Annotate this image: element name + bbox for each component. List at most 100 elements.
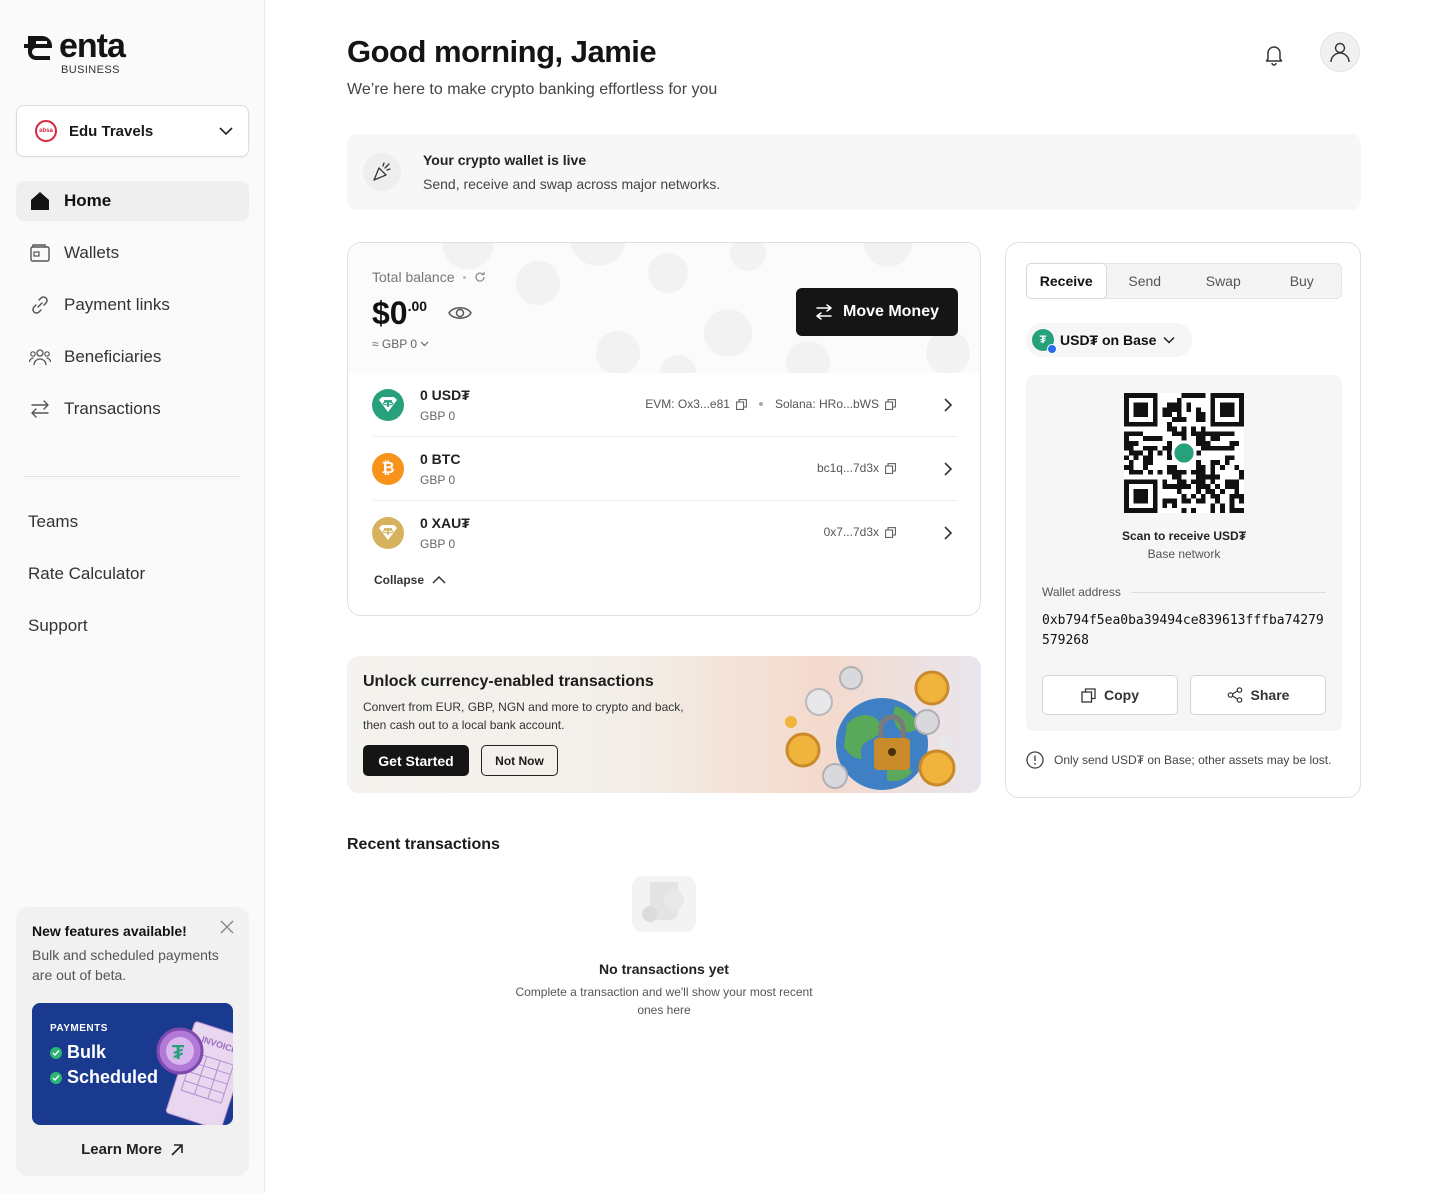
balance-card: Total balance $0.00 ≈ GBP 0 Move Money 0… (347, 242, 981, 616)
qr-section: Scan to receive USD₮ Base network Wallet… (1026, 375, 1342, 731)
copy-icon[interactable] (885, 398, 896, 410)
balance-converted[interactable]: ≈ GBP 0 (372, 337, 429, 351)
asset-name: 0 XAU₮ (420, 515, 470, 531)
recent-transactions-title: Recent transactions (347, 836, 500, 853)
banner-item-label: Scheduled (67, 1067, 159, 1087)
chevron-right-icon (944, 398, 953, 412)
learn-more-link[interactable]: Learn More (16, 1141, 249, 1158)
asset-name: 0 USD₮ (420, 387, 470, 403)
svg-text:₮: ₮ (172, 1042, 184, 1064)
tab-send[interactable]: Send (1106, 264, 1185, 298)
copy-button[interactable]: Copy (1042, 675, 1178, 715)
tab-buy[interactable]: Buy (1263, 264, 1342, 298)
tab-receive[interactable]: Receive (1026, 263, 1107, 299)
move-money-label: Move Money (842, 303, 939, 320)
move-money-button[interactable]: Move Money (796, 288, 958, 336)
qr-code[interactable] (1124, 393, 1244, 513)
avatar[interactable] (1320, 32, 1360, 72)
base-badge-icon (1047, 344, 1057, 354)
tether-icon: ₮ (1032, 329, 1057, 354)
receive-panel: Receive Send Swap Buy ₮ USD₮ on Base Sca… (1005, 242, 1361, 798)
promo-title: New features available! (32, 923, 187, 939)
eye-icon[interactable] (448, 303, 472, 323)
org-logo: absa (35, 120, 57, 142)
link-icon (28, 293, 52, 317)
chevron-down-icon (1163, 336, 1175, 344)
chevron-right-icon (944, 526, 953, 540)
chevron-down-icon (420, 341, 429, 347)
refresh-icon[interactable] (474, 271, 486, 283)
transfer-icon (28, 397, 52, 421)
arrow-up-right-icon (171, 1143, 183, 1156)
network-warning: Only send USD₮ on Base; other assets may… (1026, 751, 1331, 769)
wallet-address[interactable]: 0xb794f5ea0ba39494ce839613fffba742795792… (1042, 611, 1326, 651)
copy-icon[interactable] (885, 462, 896, 474)
nav-item-home[interactable]: Home (16, 181, 249, 221)
solana-address: Solana: HRo...bWS (774, 397, 879, 411)
share-button[interactable]: Share (1190, 675, 1326, 715)
nav-item-transactions[interactable]: Transactions (16, 389, 249, 429)
invoice-illustration: INVOICE ₮ (156, 1021, 233, 1125)
tab-swap[interactable]: Swap (1184, 264, 1263, 298)
asset-row-btc[interactable]: ₿ 0 BTC GBP 0 bc1q...7d3x (372, 437, 958, 501)
balance-label-text: Total balance (372, 269, 455, 285)
asset-row-usdt[interactable]: 0 USD₮ GBP 0 EVM: Ox3...e81 Solana: HRo.… (372, 373, 958, 437)
nav-item-payment-links[interactable]: Payment links (16, 285, 249, 325)
bell-icon[interactable] (1262, 42, 1286, 66)
org-selector[interactable]: absa Edu Travels (16, 105, 249, 157)
nav-item-beneficiaries[interactable]: Beneficiaries (16, 337, 249, 377)
copy-icon[interactable] (885, 526, 896, 538)
close-icon[interactable] (219, 919, 235, 935)
copy-label: Copy (1104, 687, 1139, 703)
org-name: Edu Travels (69, 122, 154, 140)
nav-item-teams[interactable]: Teams (28, 502, 145, 542)
notice-title: Your crypto wallet is live (423, 152, 587, 168)
share-label: Share (1250, 687, 1290, 703)
party-popper-icon (363, 153, 401, 191)
collapse-label: Collapse (374, 573, 425, 587)
home-icon (28, 189, 52, 213)
empty-receipt-icon (632, 876, 696, 932)
nav-item-support[interactable]: Support (28, 606, 145, 646)
page-title: Good morning, Jamie (347, 34, 657, 69)
nav-label-payment-links: Payment links (64, 295, 170, 314)
balance-header: Total balance $0.00 ≈ GBP 0 Move Money (348, 243, 980, 373)
balance-label: Total balance (372, 269, 486, 285)
asset-addresses: EVM: Ox3...e81 Solana: HRo...bWS (645, 397, 896, 411)
network-selector[interactable]: ₮ USD₮ on Base (1026, 323, 1193, 357)
asset-row-xaut[interactable]: 0 XAU₮ GBP 0 0x7...7d3x (372, 501, 958, 565)
check-icon (50, 1071, 62, 1084)
not-now-button[interactable]: Not Now (481, 745, 558, 776)
payments-banner[interactable]: PAYMENTS Bulk Scheduled INVOICE ₮ (32, 1003, 233, 1125)
network-label: USD₮ on Base (1060, 332, 1157, 348)
empty-state: No transactions yet Complete a transacti… (514, 870, 814, 1019)
wallet-icon (28, 241, 52, 265)
sidebar-divider (24, 476, 241, 477)
balance-amount: $0.00 (372, 295, 427, 332)
qr-tether-logo (1171, 440, 1197, 466)
nav-item-rate-calculator[interactable]: Rate Calculator (28, 554, 145, 594)
asset-addresses: bc1q...7d3x (817, 461, 896, 475)
globe-coins-illustration (785, 666, 956, 790)
wallet-live-notice: Your crypto wallet is live Send, receive… (347, 134, 1361, 210)
secondary-nav: Teams Rate Calculator Support (28, 502, 145, 658)
unlock-title: Unlock currency-enabled transactions (363, 673, 654, 690)
chevron-up-icon (432, 575, 446, 584)
enta-logo-icon (24, 36, 52, 60)
nav-label-beneficiaries: Beneficiaries (64, 347, 162, 366)
action-tabs: Receive Send Swap Buy (1026, 263, 1342, 299)
nav-label-home: Home (64, 191, 112, 210)
collapse-button[interactable]: Collapse (374, 573, 446, 587)
copy-icon[interactable] (736, 398, 747, 410)
btc-address: bc1q...7d3x (816, 461, 879, 475)
brand-logo[interactable]: enta BUSINESS (24, 29, 126, 76)
check-icon (50, 1046, 62, 1059)
nav-item-wallets[interactable]: Wallets (16, 233, 249, 273)
balance-amount-cents: .00 (407, 298, 428, 314)
asset-fiat: GBP 0 (420, 537, 456, 551)
unlock-currency-banner: Unlock currency-enabled transactions Con… (347, 656, 981, 793)
bitcoin-icon: ₿ (372, 453, 404, 485)
copy-icon (1081, 687, 1096, 703)
get-started-button[interactable]: Get Started (363, 745, 469, 776)
qr-network: Base network (1147, 547, 1221, 561)
